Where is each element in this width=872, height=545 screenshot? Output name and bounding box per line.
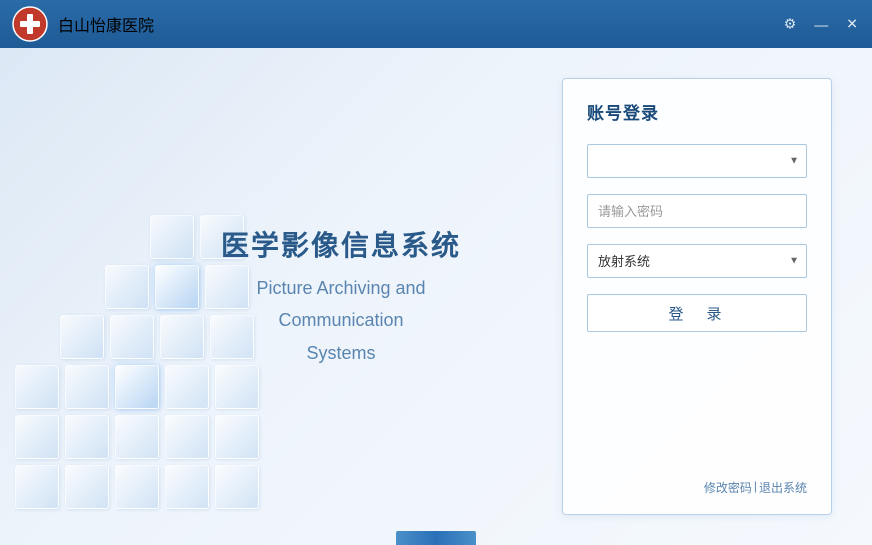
window-controls: ⚙ — ✕: [780, 14, 862, 35]
system-select-wrapper: 放射系统 ▼: [587, 244, 807, 278]
title-bar: 白山怡康医院 ⚙ — ✕: [0, 0, 872, 48]
app-title: 白山怡康医院: [58, 12, 154, 36]
login-button[interactable]: 登 录: [587, 294, 807, 332]
close-icon[interactable]: ✕: [842, 14, 862, 35]
minimize-icon[interactable]: —: [810, 14, 832, 34]
username-select[interactable]: [587, 144, 807, 178]
login-panel: 账号登录 ▼ 放射系统 ▼ 登 录: [562, 78, 832, 515]
main-content: 医学影像信息系统 Picture Archiving and Communica…: [0, 48, 872, 545]
exit-system-link[interactable]: 退出系统: [759, 477, 807, 498]
system-select[interactable]: 放射系统: [587, 244, 807, 278]
bottom-links: 修改密码 | 退出系统: [587, 477, 807, 498]
logo-icon: [12, 6, 48, 42]
password-group: [587, 194, 807, 228]
system-title-en: Picture Archiving and Communication Syst…: [221, 272, 461, 369]
username-select-wrapper: ▼: [587, 144, 807, 178]
login-title: 账号登录: [587, 99, 807, 124]
left-section: 医学影像信息系统 Picture Archiving and Communica…: [0, 48, 562, 545]
username-group: ▼: [587, 144, 807, 178]
system-title-cn: 医学影像信息系统: [221, 224, 461, 264]
settings-icon[interactable]: ⚙: [780, 14, 801, 35]
password-input[interactable]: [587, 194, 807, 228]
link-separator: |: [752, 477, 759, 498]
system-group: 放射系统 ▼: [587, 244, 807, 278]
change-password-link[interactable]: 修改密码: [704, 477, 752, 498]
